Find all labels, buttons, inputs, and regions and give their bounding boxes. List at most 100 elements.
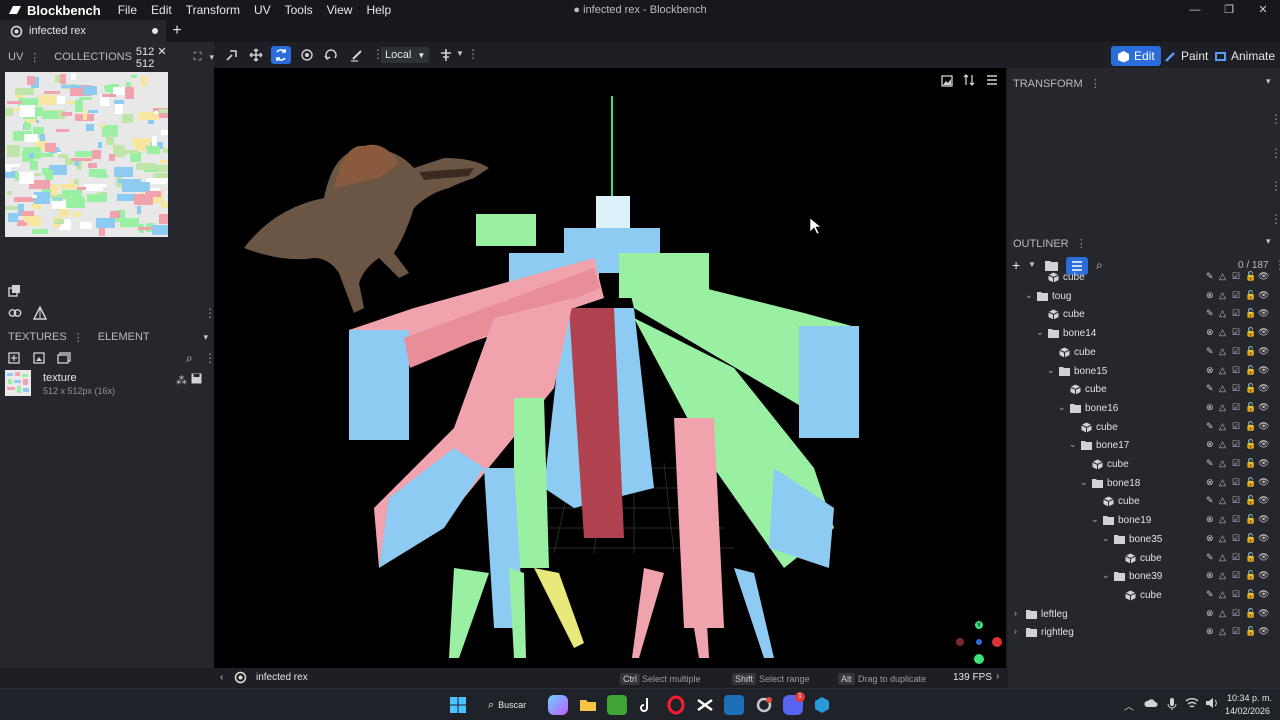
chevron-down-icon[interactable]: ▼ bbox=[456, 49, 464, 58]
shade-icon[interactable]: △ bbox=[1219, 589, 1229, 599]
checkbox-icon[interactable]: ☑ bbox=[1232, 383, 1242, 393]
visibility-eye-icon[interactable]: 👁 bbox=[1258, 533, 1269, 543]
visibility-eye-icon[interactable]: 👁 bbox=[1258, 271, 1269, 281]
lock-icon[interactable]: 🔓 bbox=[1245, 365, 1256, 375]
taskbar-search[interactable]: ⌕ Buscar bbox=[480, 695, 538, 715]
shade-icon[interactable]: △ bbox=[1219, 626, 1229, 636]
outliner-row-bone16[interactable]: ⌄ bone16 ⊗ △ ☑ 🔓 👁 bbox=[1008, 400, 1280, 418]
windows-start-icon[interactable] bbox=[448, 695, 468, 715]
texture-list-item[interactable]: texture 512 x 512px (16x) ⁂ bbox=[5, 370, 209, 400]
checkbox-icon[interactable]: ☑ bbox=[1232, 626, 1242, 636]
lock-icon[interactable]: 🔓 bbox=[1245, 327, 1256, 337]
menu-file[interactable]: File bbox=[111, 3, 144, 17]
outliner-row-bone39[interactable]: ⌄ bone39 ⊗ △ ☑ 🔓 👁 bbox=[1008, 568, 1280, 586]
paint-mode-button[interactable]: Paint bbox=[1158, 46, 1214, 66]
chevron-down-icon[interactable]: ▾ bbox=[1266, 236, 1271, 247]
checkbox-icon[interactable]: ☑ bbox=[1232, 514, 1242, 524]
shade-icon[interactable]: △ bbox=[1219, 421, 1229, 431]
save-icon[interactable] bbox=[191, 373, 202, 387]
chevron-down-icon[interactable]: ⌄ bbox=[1047, 365, 1055, 376]
tool-resize[interactable] bbox=[271, 46, 291, 64]
visibility-eye-icon[interactable]: 👁 bbox=[1258, 589, 1269, 599]
outliner-row-bone19[interactable]: ⌄ bone19 ⊗ △ ☑ 🔓 👁 bbox=[1008, 512, 1280, 530]
shade-icon[interactable]: △ bbox=[1219, 346, 1229, 356]
visibility-eye-icon[interactable]: 👁 bbox=[1258, 383, 1269, 393]
transform-space-select[interactable]: Local ▼ bbox=[381, 47, 430, 63]
chevron-right-icon[interactable]: › bbox=[1014, 626, 1017, 636]
element-label[interactable]: ELEMENT bbox=[98, 331, 150, 343]
checkbox-icon[interactable]: ☑ bbox=[1232, 589, 1242, 599]
checkbox-icon[interactable]: ☑ bbox=[1232, 271, 1242, 281]
chevron-left-icon[interactable]: ‹ bbox=[220, 672, 223, 683]
chevron-down-icon[interactable]: ▾ bbox=[203, 332, 208, 343]
textures-menu-icon[interactable]: ⋮ bbox=[73, 331, 84, 344]
visibility-eye-icon[interactable]: 👁 bbox=[1258, 346, 1269, 356]
lock-icon[interactable]: 🔓 bbox=[1245, 589, 1256, 599]
tool-move[interactable] bbox=[246, 46, 266, 64]
lock-icon[interactable]: 🔓 bbox=[1245, 383, 1256, 393]
lock-icon[interactable]: 🔓 bbox=[1245, 290, 1256, 300]
lock-icon[interactable]: 🔓 bbox=[1245, 421, 1256, 431]
center-button[interactable] bbox=[436, 46, 456, 64]
opera-icon[interactable] bbox=[666, 695, 686, 715]
microphone-icon[interactable] bbox=[1167, 697, 1177, 714]
checkbox-icon[interactable]: ☑ bbox=[1232, 439, 1242, 449]
chevron-down-icon[interactable]: ⌄ bbox=[1025, 290, 1033, 301]
pin-icon[interactable]: ✎ bbox=[1206, 346, 1216, 356]
chevron-up-icon[interactable]: ︿ bbox=[1124, 698, 1134, 713]
checkbox-icon[interactable]: ☑ bbox=[1232, 458, 1242, 468]
checkbox-icon[interactable]: ☑ bbox=[1232, 495, 1242, 505]
shade-icon[interactable]: △ bbox=[1219, 327, 1229, 337]
shade-icon[interactable]: △ bbox=[1219, 570, 1229, 580]
chevron-down-icon[interactable]: ⌄ bbox=[1058, 402, 1066, 413]
outliner-row-bone14[interactable]: ⌄ bone14 ⊗ △ ☑ 🔓 👁 bbox=[1008, 325, 1280, 343]
outliner-label[interactable]: OUTLINER bbox=[1013, 238, 1069, 250]
export-icon[interactable]: ⊗ bbox=[1206, 365, 1216, 375]
shade-icon[interactable]: △ bbox=[1219, 439, 1229, 449]
lock-icon[interactable]: 🔓 bbox=[1245, 458, 1256, 468]
copilot-icon[interactable] bbox=[548, 695, 568, 715]
shade-icon[interactable]: △ bbox=[1219, 402, 1229, 412]
tool-paint[interactable] bbox=[347, 46, 367, 64]
outliner-row-cube[interactable]: cube ✎ △ ☑ 🔓 👁 bbox=[1008, 456, 1280, 474]
chevron-down-icon[interactable]: ⌄ bbox=[1080, 477, 1088, 488]
uv-menu-icon[interactable]: ⋮ bbox=[29, 51, 40, 64]
outliner-row-cube[interactable]: cube ✎ △ ☑ 🔓 👁 bbox=[1008, 306, 1280, 324]
app-logo[interactable]: Blockbench bbox=[0, 3, 101, 18]
chevron-down-icon[interactable]: ⌄ bbox=[1036, 327, 1044, 338]
close-icon[interactable]: ✕ bbox=[1246, 0, 1280, 20]
outliner-row-cube[interactable]: cube ✎ △ ☑ 🔓 👁 bbox=[1008, 344, 1280, 362]
shade-icon[interactable]: △ bbox=[1219, 271, 1229, 281]
tab-infected-rex[interactable]: infected rex bbox=[0, 20, 166, 42]
outliner-menu-icon[interactable]: ⋮ bbox=[1076, 238, 1087, 250]
export-icon[interactable]: ⊗ bbox=[1206, 477, 1216, 487]
pin-icon[interactable]: ✎ bbox=[1206, 495, 1216, 505]
file-explorer-icon[interactable] bbox=[578, 695, 598, 715]
pin-icon[interactable]: ✎ bbox=[1206, 458, 1216, 468]
lock-icon[interactable]: 🔓 bbox=[1245, 570, 1256, 580]
transform-menu-icon[interactable]: ⋮ bbox=[1270, 146, 1280, 160]
tiktok-icon[interactable] bbox=[636, 695, 656, 715]
pin-icon[interactable]: ✎ bbox=[1206, 421, 1216, 431]
maximize-icon[interactable]: ❐ bbox=[1212, 0, 1246, 20]
collections-label[interactable]: COLLECTIONS bbox=[54, 51, 132, 63]
uv-label[interactable]: UV bbox=[8, 51, 23, 63]
outliner-row-cube[interactable]: cube ✎ △ ☑ 🔓 👁 bbox=[1008, 587, 1280, 605]
chevron-down-icon[interactable]: ▾ bbox=[1266, 76, 1271, 87]
shade-icon[interactable]: △ bbox=[1219, 308, 1229, 318]
checkbox-icon[interactable]: ☑ bbox=[1232, 533, 1242, 543]
lock-icon[interactable]: 🔓 bbox=[1245, 271, 1256, 281]
checkbox-icon[interactable]: ☑ bbox=[1232, 552, 1242, 562]
pin-icon[interactable]: ✎ bbox=[1206, 271, 1216, 281]
visibility-eye-icon[interactable]: 👁 bbox=[1258, 402, 1269, 412]
export-icon[interactable]: ⊗ bbox=[1206, 514, 1216, 524]
transform-label[interactable]: TRANSFORM bbox=[1013, 78, 1083, 90]
photos-icon[interactable] bbox=[724, 695, 744, 715]
link-icon[interactable] bbox=[8, 306, 22, 320]
import-texture-icon[interactable] bbox=[8, 352, 20, 367]
checkbox-icon[interactable]: ☑ bbox=[1232, 402, 1242, 412]
checkbox-icon[interactable]: ☑ bbox=[1232, 570, 1242, 580]
shade-icon[interactable]: △ bbox=[1219, 477, 1229, 487]
outliner-row-cube[interactable]: cube ✎ △ ☑ 🔓 👁 bbox=[1008, 419, 1280, 437]
checkbox-icon[interactable]: ☑ bbox=[1232, 346, 1242, 356]
